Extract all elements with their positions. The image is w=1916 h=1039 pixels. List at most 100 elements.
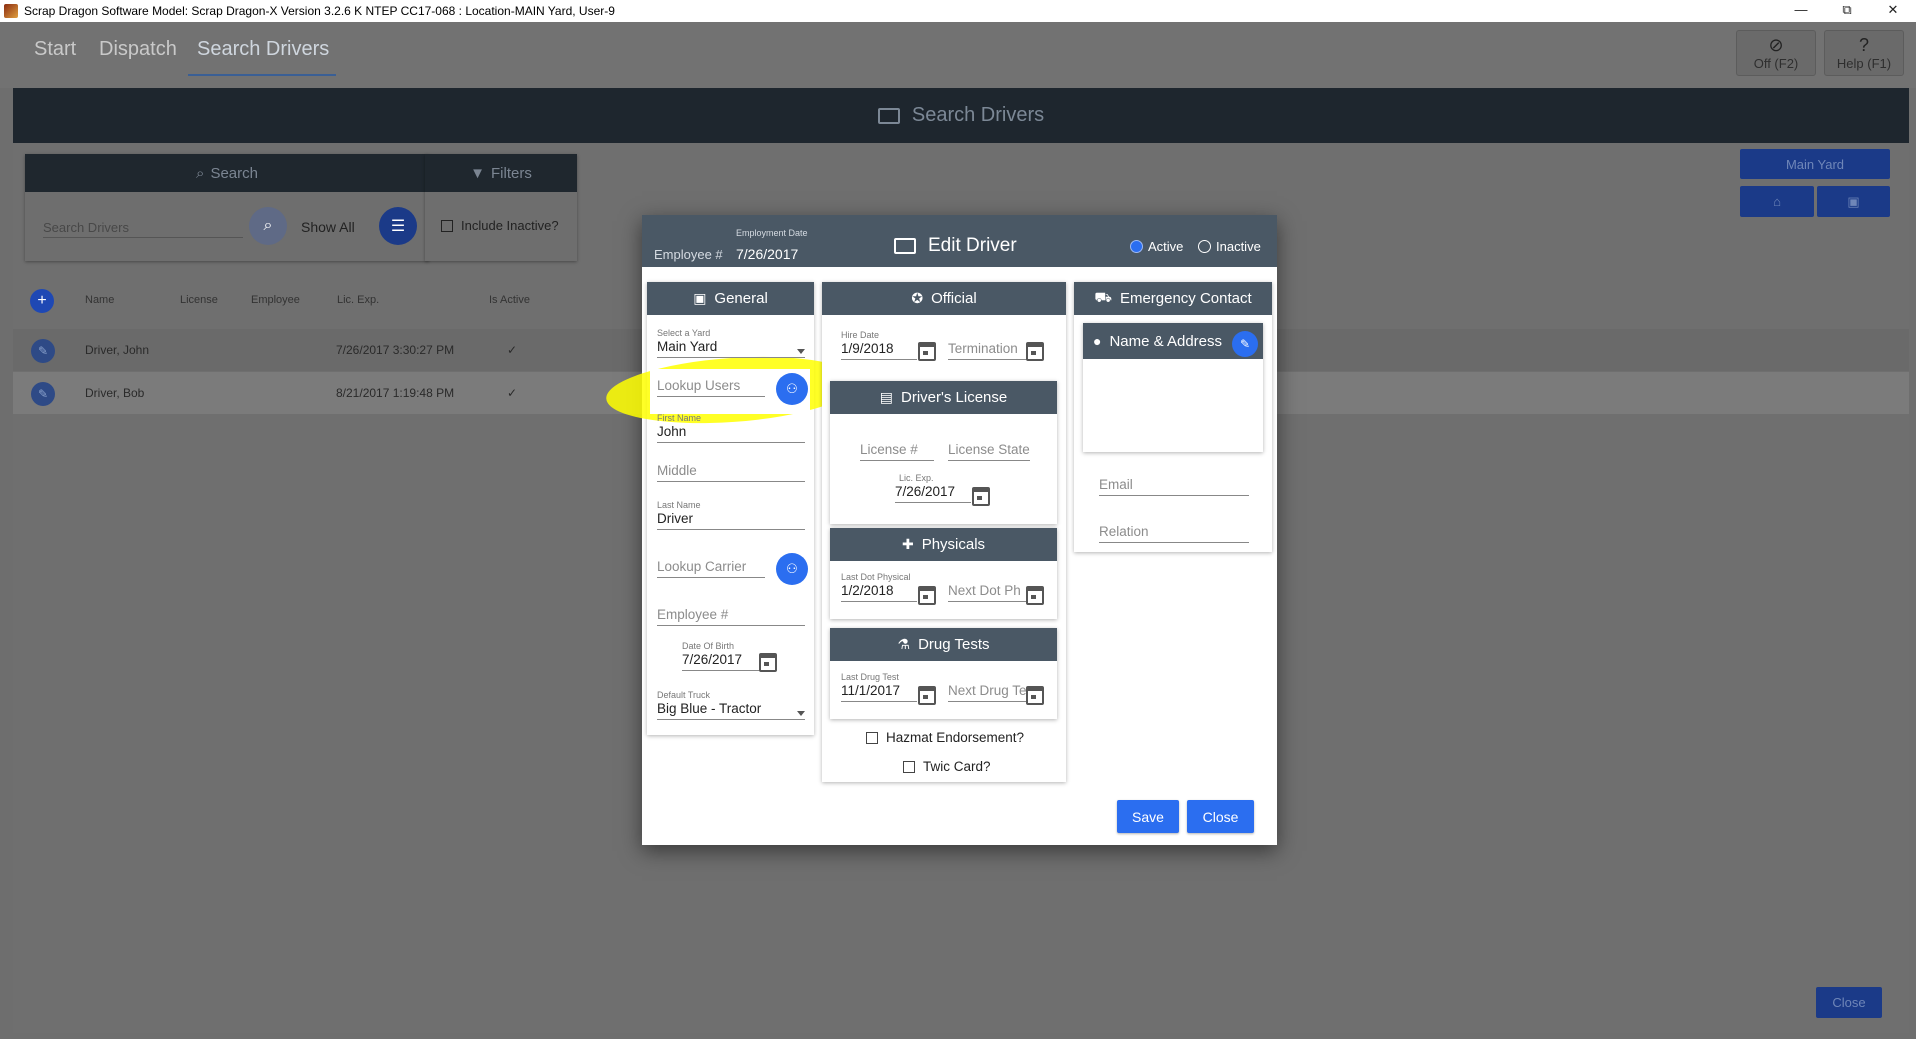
default-truck-label: Default Truck xyxy=(657,690,711,700)
default-truck-value[interactable]: Big Blue - Tractor xyxy=(657,701,805,720)
close-window-button[interactable]: ✕ xyxy=(1870,0,1916,22)
status-inactive-radio[interactable]: Inactive xyxy=(1198,239,1261,254)
license-exp-input[interactable]: 7/26/2017 xyxy=(895,484,971,503)
plus-icon: + xyxy=(37,292,47,309)
yard-value[interactable]: Main Yard xyxy=(657,339,805,358)
calendar-icon[interactable] xyxy=(972,487,990,506)
employee-number-input[interactable]: Employee # xyxy=(657,607,805,626)
official-header: ✪ Official xyxy=(822,282,1066,315)
edit-row-button[interactable]: ✎ xyxy=(31,382,55,406)
first-name-field[interactable]: First Name John xyxy=(657,413,805,443)
calendar-icon[interactable] xyxy=(1026,586,1044,605)
search-drivers-input[interactable]: Search Drivers xyxy=(43,220,243,238)
pencil-icon: ✎ xyxy=(1239,337,1251,351)
hazmat-checkbox[interactable]: Hazmat Endorsement? xyxy=(866,730,1024,745)
email-input[interactable]: Email xyxy=(1099,477,1249,496)
last-drug-test-input[interactable]: 11/1/2017 xyxy=(841,683,917,702)
next-drug-test-input[interactable]: Next Drug Te xyxy=(948,683,1028,702)
column-header-license[interactable]: License xyxy=(180,294,218,306)
column-header-employee[interactable]: Employee xyxy=(251,294,300,306)
tab-search-drivers[interactable]: Search Drivers xyxy=(197,38,329,61)
next-physical-field[interactable]: Next Dot Ph xyxy=(948,583,1028,602)
filters-card-title: Filters xyxy=(491,164,532,182)
first-name-input[interactable]: John xyxy=(657,424,805,443)
chevron-down-icon[interactable] xyxy=(797,349,805,354)
license-exp-field[interactable]: Lic. Exp. 7/26/2017 xyxy=(895,473,971,503)
default-truck-select[interactable]: Default Truck Big Blue - Tractor xyxy=(657,690,805,720)
home-button[interactable]: ⌂ xyxy=(1740,186,1814,217)
minimize-button[interactable]: — xyxy=(1778,0,1824,22)
license-state-field[interactable]: License State xyxy=(948,442,1030,461)
search-button[interactable]: ⌕ xyxy=(249,207,287,245)
add-driver-button[interactable]: + xyxy=(30,289,54,313)
active-tab-indicator xyxy=(188,74,336,76)
tab-start[interactable]: Start xyxy=(34,38,76,61)
save-button[interactable]: Save xyxy=(1117,800,1179,833)
hire-date-input[interactable]: 1/9/2018 xyxy=(841,341,917,360)
last-drug-test-field[interactable]: Last Drug Test 11/1/2017 xyxy=(841,672,917,702)
employment-date-value[interactable]: 7/26/2017 xyxy=(736,246,798,262)
termination-input[interactable]: Termination xyxy=(948,341,1030,360)
status-active-label: Active xyxy=(1148,239,1184,254)
yard-select[interactable]: Select a Yard Main Yard xyxy=(657,328,805,358)
relation-input[interactable]: Relation xyxy=(1099,524,1249,543)
restore-button[interactable]: ⧉ xyxy=(1824,0,1870,22)
dob-input[interactable]: 7/26/2017 xyxy=(682,652,762,671)
last-physical-field[interactable]: Last Dot Physical 1/2/2018 xyxy=(841,572,917,602)
page-close-button[interactable]: Close xyxy=(1816,987,1882,1018)
last-physical-input[interactable]: 1/2/2018 xyxy=(841,583,917,602)
last-name-field[interactable]: Last Name Driver xyxy=(657,500,805,530)
calendar-icon[interactable] xyxy=(1026,342,1044,361)
search-icon: ⌕ xyxy=(196,164,205,182)
off-button[interactable]: ⊘ Off (F2) xyxy=(1736,30,1816,76)
chevron-down-icon[interactable] xyxy=(797,711,805,716)
last-name-label: Last Name xyxy=(657,500,701,510)
lookup-users-input[interactable]: Lookup Users xyxy=(657,378,765,397)
window-title: Scrap Dragon Software Model: Scrap Drago… xyxy=(24,4,615,18)
termination-field[interactable]: Termination xyxy=(948,341,1030,360)
edit-row-button[interactable]: ✎ xyxy=(31,339,55,363)
status-active-radio[interactable]: Active xyxy=(1130,239,1183,254)
list-icon: ☰ xyxy=(390,218,406,235)
dob-field[interactable]: Date Of Birth 7/26/2017 xyxy=(682,641,762,671)
column-header-name[interactable]: Name xyxy=(85,294,114,306)
calendar-icon[interactable] xyxy=(918,686,936,705)
edit-driver-dialog: Employment Date Employee # 7/26/2017 Edi… xyxy=(604,215,1277,845)
lookup-carrier-field[interactable]: Lookup Carrier xyxy=(657,559,765,578)
twic-box[interactable] xyxy=(903,760,915,773)
last-name-input[interactable]: Driver xyxy=(657,511,805,530)
calendar-icon[interactable] xyxy=(1026,686,1044,705)
calendar-icon[interactable] xyxy=(918,342,936,361)
next-physical-input[interactable]: Next Dot Ph xyxy=(948,583,1028,602)
status-inactive-label: Inactive xyxy=(1216,239,1261,254)
calendar-icon[interactable] xyxy=(759,653,777,672)
lookup-users-field[interactable]: Lookup Users xyxy=(657,378,765,397)
help-button[interactable]: ? Help (F1) xyxy=(1824,30,1904,76)
lookup-carrier-input[interactable]: Lookup Carrier xyxy=(657,559,765,578)
lookup-users-button[interactable]: ⚇ xyxy=(776,373,808,405)
yard-button[interactable]: Main Yard xyxy=(1740,149,1890,179)
edit-name-address-button[interactable]: ✎ xyxy=(1232,331,1258,357)
relation-field[interactable]: Relation xyxy=(1099,524,1249,543)
email-field[interactable]: Email xyxy=(1099,477,1249,496)
next-drug-test-field[interactable]: Next Drug Te xyxy=(948,683,1028,702)
license-state-input[interactable]: License State xyxy=(948,442,1030,461)
include-inactive-box[interactable] xyxy=(441,219,453,232)
scale-button[interactable]: ▣ xyxy=(1817,186,1890,217)
twic-checkbox[interactable]: Twic Card? xyxy=(903,759,991,774)
hire-date-field[interactable]: Hire Date 1/9/2018 xyxy=(841,330,917,360)
hazmat-box[interactable] xyxy=(866,731,878,744)
column-header-is-active[interactable]: Is Active xyxy=(489,294,530,306)
show-all-button[interactable]: ☰ xyxy=(379,207,417,245)
employee-number-field[interactable]: Employee # xyxy=(657,607,805,626)
lookup-carrier-button[interactable]: ⚇ xyxy=(776,553,808,585)
license-number-field[interactable]: License # xyxy=(860,442,934,461)
dialog-close-button[interactable]: Close xyxy=(1187,800,1254,833)
column-header-lic-exp[interactable]: Lic. Exp. xyxy=(337,294,379,306)
middle-name-field[interactable]: Middle xyxy=(657,463,805,482)
tab-dispatch[interactable]: Dispatch xyxy=(99,38,177,61)
middle-name-input[interactable]: Middle xyxy=(657,463,805,482)
license-number-input[interactable]: License # xyxy=(860,442,934,461)
calendar-icon[interactable] xyxy=(918,586,936,605)
include-inactive-checkbox[interactable]: Include Inactive? xyxy=(441,218,559,233)
